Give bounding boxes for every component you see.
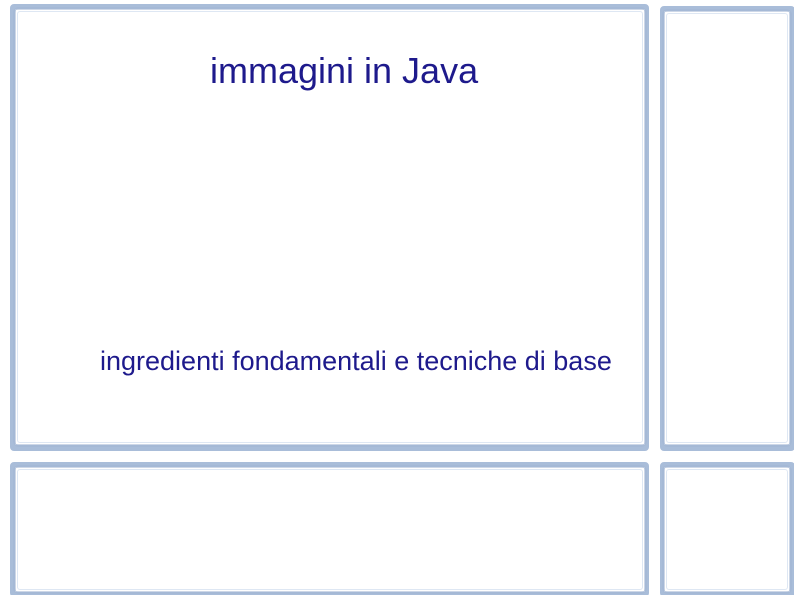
frame-bottom-right (660, 462, 794, 595)
frame-bottom-left (10, 462, 649, 595)
slide-title: immagini in Java (210, 50, 478, 92)
slide: immagini in Java ingredienti fondamental… (0, 0, 794, 595)
frame-top-right (660, 6, 794, 451)
slide-subtitle: ingredienti fondamentali e tecniche di b… (100, 346, 612, 377)
